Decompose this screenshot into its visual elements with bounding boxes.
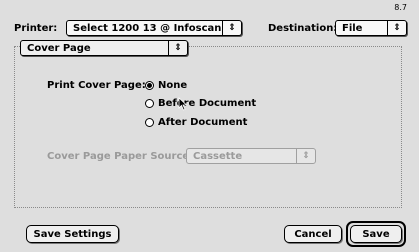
- radio-after-document-label: After Document: [158, 117, 248, 128]
- radio-after-document[interactable]: After Document: [145, 117, 247, 128]
- save-button[interactable]: Save: [350, 225, 402, 243]
- panel-value: Cover Page: [27, 42, 91, 54]
- popup-arrows-icon: ⇕: [168, 41, 187, 55]
- radio-unselected-icon: [145, 99, 154, 108]
- print-cover-page-label: Print Cover Page:: [47, 80, 146, 91]
- printer-value: Select 1200 13 @ Infoscan: [73, 22, 222, 34]
- popup-arrows-icon: ⇕: [296, 149, 315, 163]
- printer-label: Printer:: [14, 23, 58, 34]
- destination-label: Destination:: [268, 23, 338, 34]
- paper-source-popup: Cassette ⇕: [186, 148, 316, 164]
- radio-selected-icon: [145, 81, 154, 90]
- paper-source-label: Cover Page Paper Source:: [47, 151, 194, 162]
- save-settings-button[interactable]: Save Settings: [26, 225, 119, 243]
- radio-before-document-label: Before Document: [158, 98, 257, 109]
- panel-popup[interactable]: Cover Page ⇕: [20, 40, 188, 56]
- popup-arrows-icon: ⇕: [222, 21, 241, 35]
- destination-popup[interactable]: File ⇕: [335, 20, 407, 36]
- radio-none[interactable]: None: [145, 80, 187, 91]
- paper-source-value: Cassette: [193, 150, 243, 162]
- version-label: 8.7: [394, 3, 407, 12]
- radio-unselected-icon: [145, 118, 154, 127]
- radio-none-label: None: [158, 80, 188, 91]
- radio-before-document[interactable]: Before Document: [145, 98, 256, 109]
- cancel-button[interactable]: Cancel: [284, 225, 342, 243]
- popup-arrows-icon: ⇕: [387, 21, 406, 35]
- printer-popup[interactable]: Select 1200 13 @ Infoscan ⇕: [66, 20, 242, 36]
- destination-value: File: [342, 22, 363, 34]
- arrow-pointer-icon: [178, 97, 188, 111]
